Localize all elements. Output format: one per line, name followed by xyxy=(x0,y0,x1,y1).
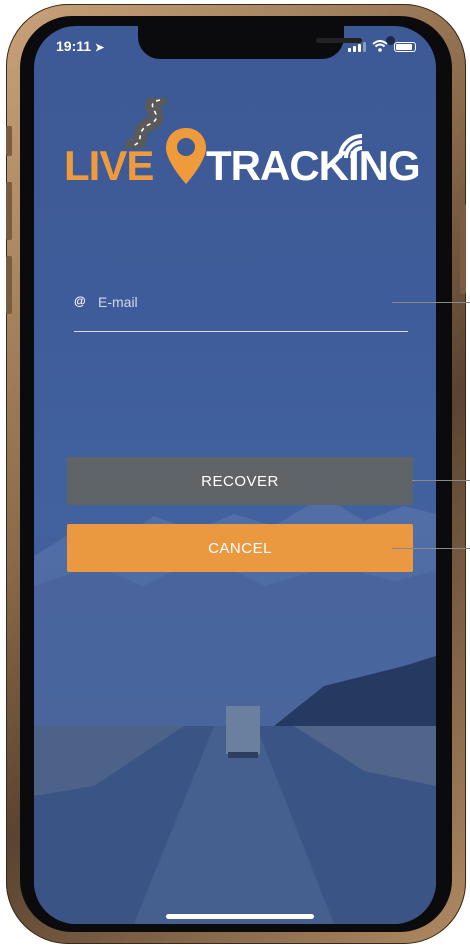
email-underline xyxy=(74,331,408,332)
status-time: 19:11 ➤ xyxy=(56,38,104,54)
logo-word-live: LIVE xyxy=(64,142,154,189)
power-button xyxy=(460,204,466,294)
wireless-signal-icon xyxy=(338,134,363,159)
mute-switch xyxy=(6,126,12,156)
cancel-button[interactable]: CANCEL xyxy=(67,524,413,572)
app-screen: 19:11 ➤ LIVE TRACKING @ E-mail RECOVER C… xyxy=(34,26,436,924)
cellular-signal-icon xyxy=(348,42,366,52)
volume-down-button xyxy=(6,256,12,314)
status-time-text: 19:11 xyxy=(56,38,92,54)
callout-line-cancel xyxy=(392,548,470,549)
location-arrow-icon: ➤ xyxy=(94,42,105,54)
map-pin-icon xyxy=(166,128,206,184)
recover-button[interactable]: RECOVER xyxy=(67,457,413,505)
notch xyxy=(138,26,395,59)
callout-line-recover xyxy=(412,480,470,481)
battery-icon xyxy=(394,42,416,52)
status-icons xyxy=(348,40,416,52)
volume-up-button xyxy=(6,182,12,240)
app-logo: LIVE TRACKING xyxy=(64,98,421,189)
email-field[interactable] xyxy=(96,290,400,314)
wifi-icon xyxy=(372,40,388,52)
at-sign-icon: @ xyxy=(74,294,86,308)
home-indicator xyxy=(166,914,314,919)
callout-line-email xyxy=(392,302,470,303)
logo-word-tracking: TRACKING xyxy=(206,142,421,189)
